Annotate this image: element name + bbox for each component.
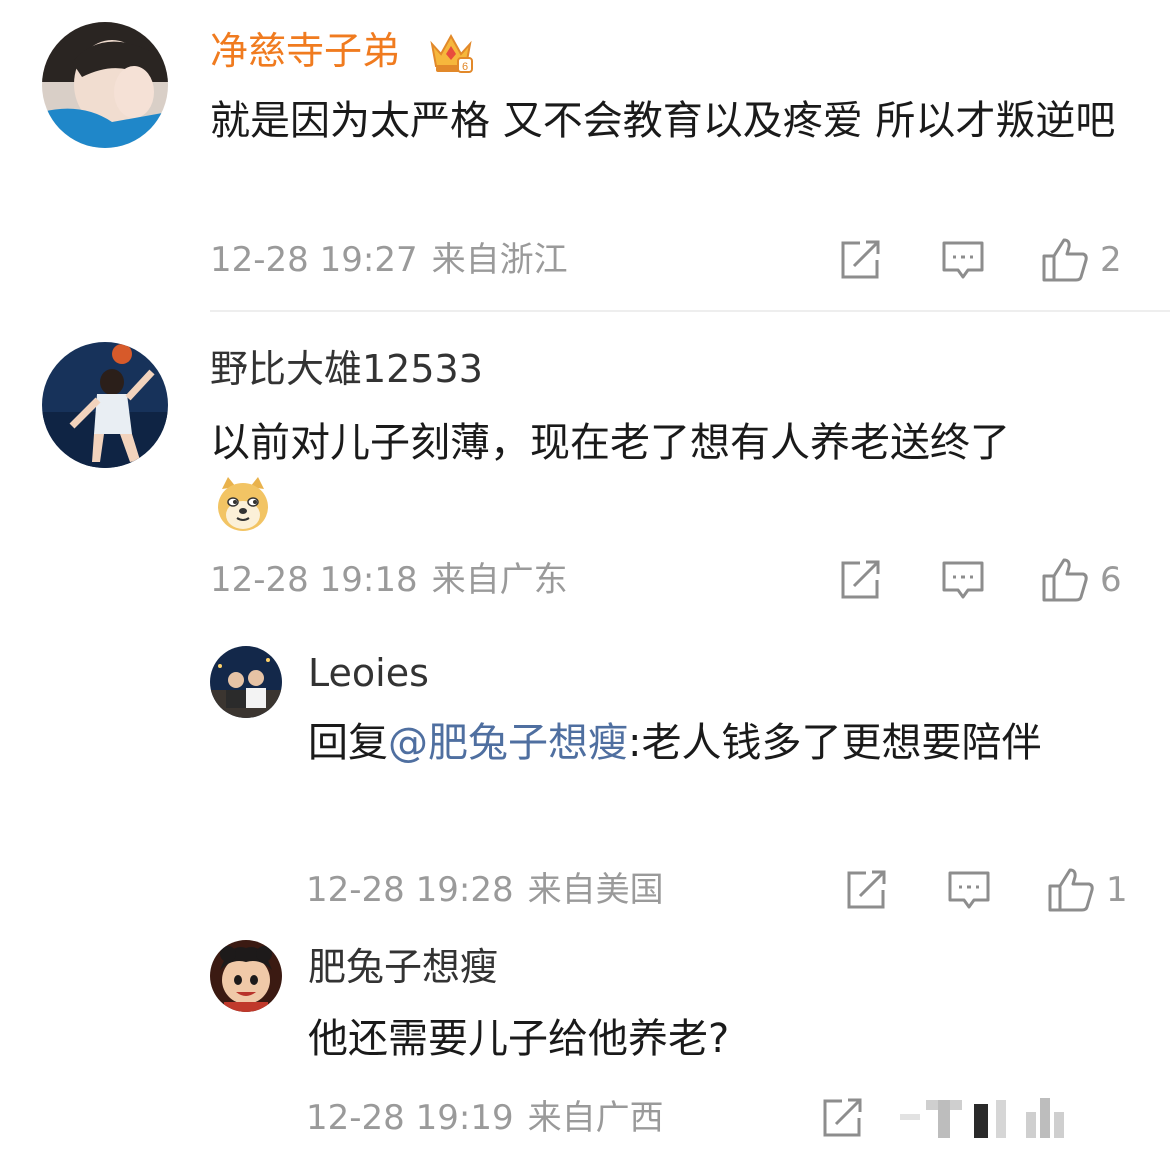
username[interactable]: Leoies: [308, 650, 429, 696]
location: 来自广东: [431, 560, 568, 600]
like-count: 1: [1106, 870, 1128, 910]
avatar[interactable]: [42, 342, 168, 468]
timestamp: 12-28 19:27: [210, 240, 418, 280]
timestamp: 12-28 19:28: [306, 870, 514, 910]
doge-emoji: [214, 475, 272, 537]
share-icon: [823, 1098, 862, 1137]
comment-icon: [942, 561, 984, 599]
comment-icon: [948, 871, 990, 909]
comment-icon: [942, 241, 984, 279]
like-count: 2: [1100, 240, 1122, 280]
comment-item: 野比大雄12533 以前对儿子刻薄，现在老了想有人养老送终了 12-28 19:…: [0, 312, 1170, 632]
reply-button[interactable]: [940, 238, 986, 282]
comment-text: 以前对儿子刻薄，现在老了想有人养老送终了: [210, 420, 1010, 466]
comment-item: 净慈寺子弟 6 就是因为太严格 又不会教育以及疼爱 所以才叛逆吧 12-28 1…: [0, 0, 1170, 310]
watermark-overlay: [900, 1094, 1070, 1144]
comment-meta: 12-28 19:28 来自美国: [306, 870, 664, 910]
share-icon: [841, 240, 880, 279]
comment-meta: 12-28 19:18 来自广东: [210, 560, 568, 600]
reply-button[interactable]: [946, 868, 992, 912]
like-count: 6: [1100, 560, 1122, 600]
like-button[interactable]: 1: [1046, 866, 1128, 914]
avatar[interactable]: [210, 940, 282, 1012]
reply-body: :老人钱多了更想要陪伴: [628, 720, 1042, 766]
comment-meta: 12-28 19:19 来自广西: [306, 1098, 664, 1138]
location: 来自浙江: [431, 240, 568, 280]
comment-meta: 12-28 19:27 来自浙江: [210, 240, 568, 280]
username[interactable]: 野比大雄12533: [210, 346, 483, 392]
timestamp: 12-28 19:18: [210, 560, 418, 600]
mention-link[interactable]: @肥兔子想瘦: [388, 720, 628, 766]
share-icon: [847, 870, 886, 909]
reply-item: 肥兔子想瘦 他还需要儿子给他养老? 12-28 19:19 来自广西: [0, 932, 1170, 1162]
thumbs-up-icon: [1042, 238, 1088, 282]
avatar[interactable]: [210, 646, 282, 718]
reply-text: 他还需要儿子给他养老?: [308, 1016, 730, 1062]
svg-text:6: 6: [462, 61, 468, 73]
reply-prefix: 回复: [308, 720, 388, 766]
crown-badge-icon: 6: [428, 30, 474, 78]
share-icon: [841, 560, 880, 599]
thumbs-up-icon: [1042, 558, 1088, 602]
username[interactable]: 肥兔子想瘦: [308, 944, 498, 990]
username[interactable]: 净慈寺子弟: [210, 28, 400, 74]
reply-item: Leoies 回复@肥兔子想瘦:老人钱多了更想要陪伴 12-28 19:28 来自…: [0, 632, 1170, 932]
timestamp: 12-28 19:19: [306, 1098, 514, 1138]
share-button[interactable]: [820, 1096, 866, 1140]
location: 来自美国: [527, 870, 664, 910]
like-button[interactable]: 6: [1040, 556, 1122, 604]
reply-text: 回复@肥兔子想瘦:老人钱多了更想要陪伴: [308, 712, 1098, 774]
share-button[interactable]: [844, 868, 890, 912]
comment-text: 就是因为太严格 又不会教育以及疼爱 所以才叛逆吧: [210, 98, 1116, 144]
thumbs-up-icon: [1048, 868, 1094, 912]
like-button[interactable]: 2: [1040, 236, 1122, 284]
share-button[interactable]: [838, 238, 884, 282]
location: 来自广西: [527, 1098, 664, 1138]
avatar[interactable]: [42, 22, 168, 148]
share-button[interactable]: [838, 558, 884, 602]
reply-button[interactable]: [940, 558, 986, 602]
